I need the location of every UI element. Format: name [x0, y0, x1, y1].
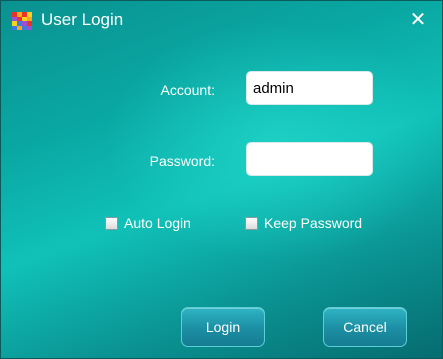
account-input[interactable]	[246, 71, 373, 105]
title-bar[interactable]: User Login ✕	[1, 1, 442, 39]
close-icon[interactable]: ✕	[406, 7, 430, 31]
app-icon	[12, 12, 32, 30]
keep-password-checkbox[interactable]: Keep Password	[245, 215, 362, 231]
password-input[interactable]	[246, 142, 373, 176]
login-button[interactable]: Login	[181, 307, 265, 347]
login-dialog: User Login ✕ Account: Password: Auto Log…	[0, 0, 443, 359]
keep-password-box[interactable]	[245, 216, 258, 230]
keep-password-label: Keep Password	[264, 215, 363, 231]
auto-login-checkbox[interactable]: Auto Login	[105, 215, 191, 231]
password-label: Password:	[149, 153, 215, 169]
auto-login-label: Auto Login	[124, 215, 191, 231]
account-label: Account:	[160, 82, 215, 98]
window-title: User Login	[41, 10, 124, 29]
cancel-button[interactable]: Cancel	[323, 307, 407, 347]
auto-login-box[interactable]	[105, 216, 118, 230]
